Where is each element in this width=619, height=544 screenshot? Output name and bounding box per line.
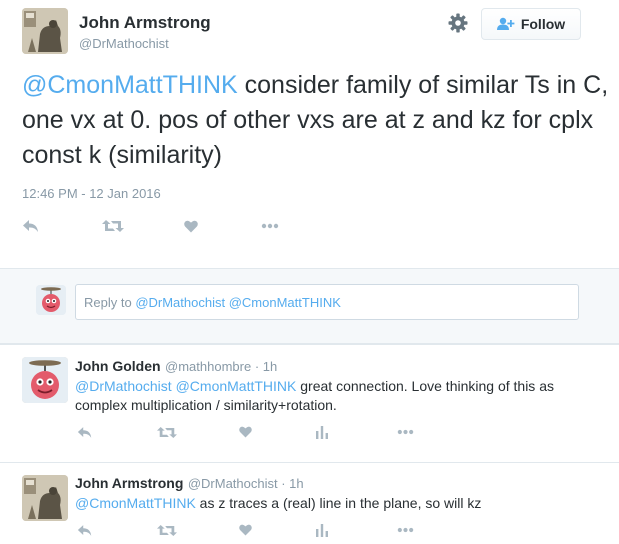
reply-mention-link[interactable]: @CmonMattTHINK [176,378,297,394]
add-user-icon [496,17,515,31]
heart-icon[interactable] [237,424,253,440]
reply-prefix: Reply to [84,295,136,310]
reply-composer: Reply to @DrMathochist @CmonMattTHINK [0,268,619,344]
reply-dot: · [277,476,290,491]
reply-body: as z traces a (real) line in the plane, … [195,495,482,511]
retweet-icon[interactable] [102,218,124,234]
analytics-icon[interactable] [314,424,330,440]
reply-icon[interactable] [76,424,94,440]
divider [0,462,619,463]
reply-author-handle[interactable]: @mathhombre [165,359,251,374]
reply-author-name[interactable]: John Armstrong [75,475,183,491]
author-handle[interactable]: @DrMathochist [79,36,169,51]
reply-icon[interactable] [76,522,94,538]
reply-header: John Armstrong @DrMathochist · 1h [75,475,304,493]
reply-dot: · [251,359,263,374]
reply-mention-1: @DrMathochist [135,295,226,310]
reply-avatar[interactable] [22,357,68,403]
reply-text: @CmonMattTHINK as z traces a (real) line… [75,494,585,513]
reply-author-name[interactable]: John Golden [75,358,161,374]
tweet-text: @CmonMattTHINK consider family of simila… [22,68,612,173]
author-avatar[interactable] [22,8,68,54]
follow-label: Follow [520,16,566,32]
heart-icon[interactable] [183,218,199,234]
reply-mention-link[interactable]: @DrMathochist [75,378,172,394]
retweet-icon[interactable] [156,522,178,538]
reply-header: John Golden @mathhombre · 1h [75,358,277,376]
retweet-icon[interactable] [156,424,178,440]
tweet-timestamp[interactable]: 12:46 PM - 12 Jan 2016 [22,186,161,201]
more-icon[interactable] [395,522,415,538]
tweet-mention-link[interactable]: @CmonMattTHINK [22,71,238,99]
current-user-avatar [36,285,66,315]
reply-time[interactable]: 1h [289,476,303,491]
main-tweet: John Armstrong @DrMathochist Follow @Cmo… [0,0,619,268]
more-icon[interactable] [395,424,415,440]
author-name[interactable]: John Armstrong [79,13,211,33]
reply-mention-2: @CmonMattTHINK [228,295,341,310]
analytics-icon[interactable] [314,522,330,538]
reply-time[interactable]: 1h [263,359,277,374]
reply-mention-link[interactable]: @CmonMattTHINK [75,495,196,511]
reply-author-handle[interactable]: @DrMathochist [188,476,278,491]
gear-icon[interactable] [447,12,469,34]
reply-input[interactable]: Reply to @DrMathochist @CmonMattTHINK [75,284,579,320]
reply-icon[interactable] [22,218,40,234]
follow-button[interactable]: Follow [481,8,581,40]
reply-avatar[interactable] [22,475,68,521]
reply-text: @DrMathochist @CmonMattTHINK great conne… [75,377,585,415]
more-icon[interactable] [260,218,280,234]
heart-icon[interactable] [237,522,253,538]
divider [0,344,619,345]
